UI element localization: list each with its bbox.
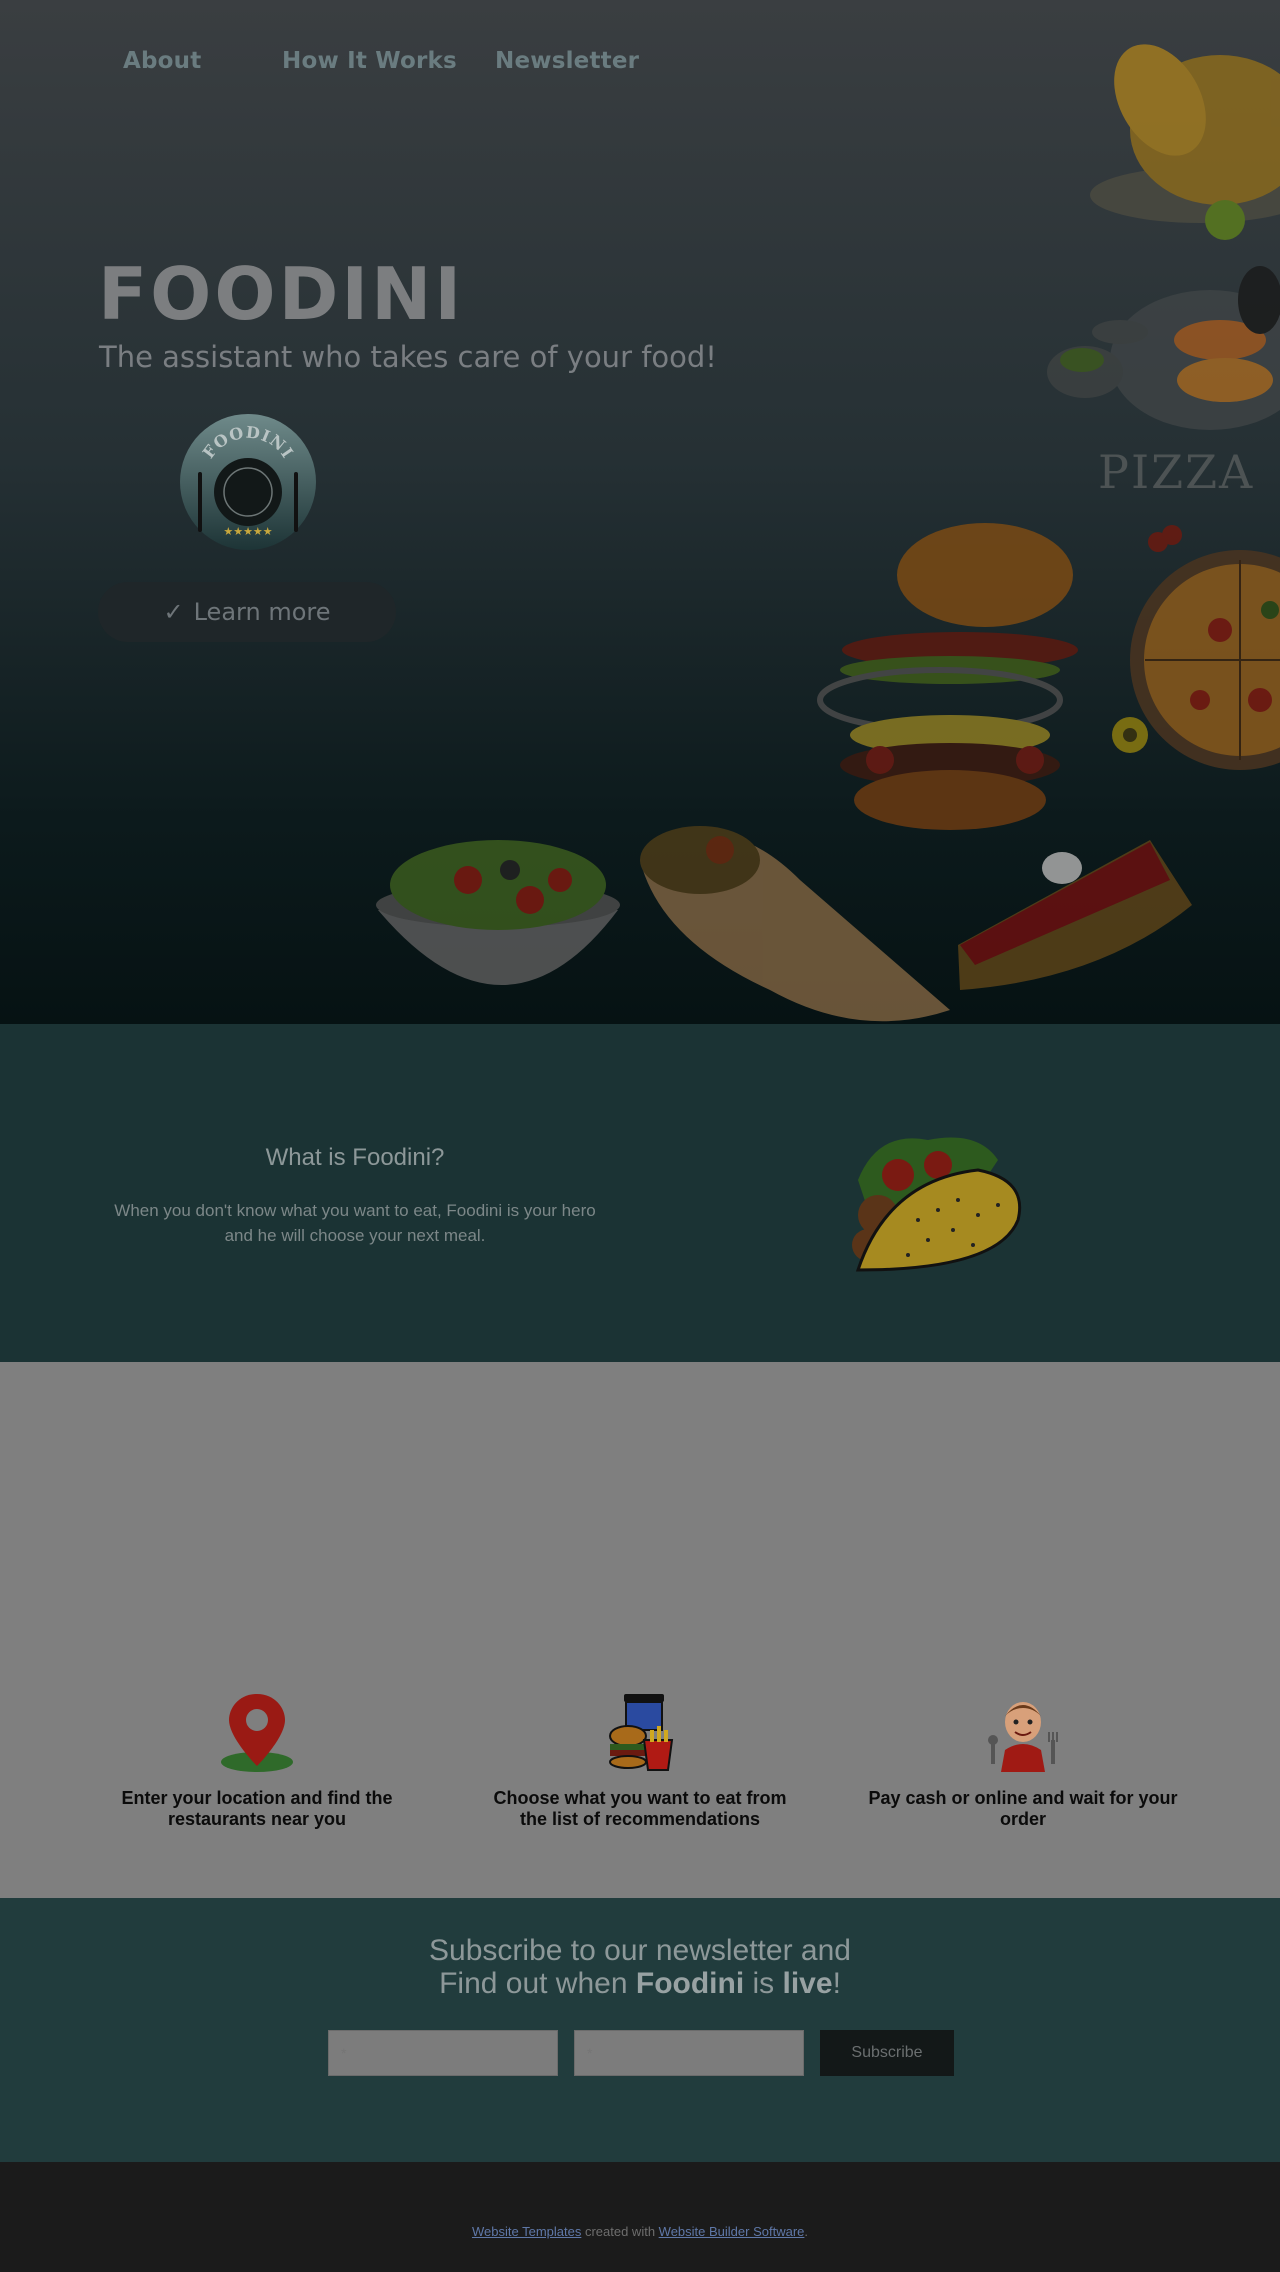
name-field[interactable]: [328, 2030, 558, 2076]
fast-food-icon: [609, 1694, 674, 1771]
step-pay-wait: Pay cash or online and wait for your ord…: [863, 1690, 1183, 1830]
step-find-restaurants: Enter your location and find the restaur…: [97, 1690, 417, 1830]
what-is-title: What is Foodini?: [265, 1144, 445, 1171]
burger-image: [817, 523, 1078, 830]
check-icon: ✓: [163, 598, 184, 626]
taco-image: [852, 1137, 1022, 1272]
svg-text:PIZZA: PIZZA: [1098, 445, 1254, 499]
roast-chicken-image: [1090, 44, 1280, 240]
salad-image: [376, 840, 620, 985]
email-field[interactable]: [574, 2030, 804, 2076]
footer-credits: Website Templates created with Website B…: [471, 2224, 809, 2239]
website-templates-link[interactable]: Website Templates: [472, 2224, 581, 2239]
nav-about[interactable]: About: [123, 48, 201, 74]
foodini-logo: FOODINI ★★★★★: [180, 414, 316, 550]
what-is-section: What is Foodini? When you don't know wha…: [0, 1024, 1280, 1362]
step-label: Choose what you want to eat from the lis…: [493, 1788, 787, 1829]
pizza-image: [1112, 525, 1280, 770]
newsletter-heading-line1: Subscribe to our newsletter and: [429, 1934, 851, 1967]
map-pin-icon: [221, 1694, 293, 1772]
pie-image: [958, 840, 1192, 990]
burrito-image: [640, 826, 950, 1022]
svg-text:★★★★★: ★★★★★: [223, 526, 272, 538]
food-illustration: PIZZA: [376, 44, 1280, 1022]
hero-section: About How It Works Newsletter FOODINI Th…: [0, 0, 1280, 1024]
step-choose-food: Choose what you want to eat from the lis…: [480, 1690, 800, 1830]
sushi-image: [1047, 266, 1280, 430]
step-label: Enter your location and find the restaur…: [121, 1788, 393, 1829]
what-is-description: When you don't know what you want to eat…: [114, 1201, 596, 1245]
subscribe-button[interactable]: Subscribe: [820, 2030, 954, 2076]
website-builder-link[interactable]: Website Builder Software: [659, 2224, 805, 2239]
learn-more-label: Learn more: [193, 598, 331, 626]
footer: Website Templates created with Website B…: [0, 2162, 1280, 2272]
chef-icon: [988, 1702, 1058, 1772]
learn-more-button[interactable]: ✓ Learn more: [98, 582, 396, 642]
newsletter-section: Subscribe to our newsletter and Find out…: [0, 1898, 1280, 2162]
step-label: Pay cash or online and wait for your ord…: [868, 1788, 1178, 1829]
newsletter-heading-line2: Find out when Foodini is live!: [439, 1967, 841, 2000]
